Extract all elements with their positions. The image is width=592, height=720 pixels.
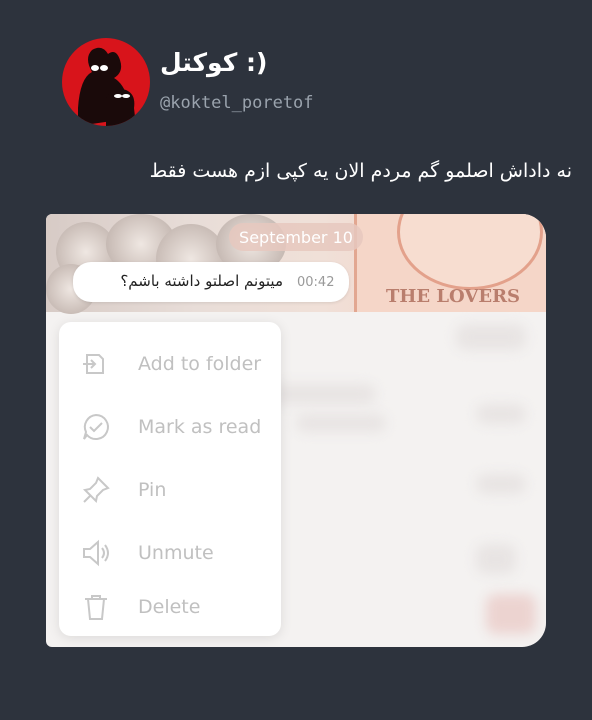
attached-screenshot[interactable]: THE LOVERS September 10 00:42 میتونم اصل… [46, 214, 546, 647]
avatar[interactable] [62, 38, 150, 126]
menu-label: Add to folder [138, 353, 262, 375]
post-text: نه داداش اصلمو گم مردم الان یه کپی ازم ه… [149, 160, 572, 182]
blurred-list-item [486, 594, 536, 634]
blurred-list-item [476, 474, 526, 494]
menu-item-delete[interactable]: Delete [59, 582, 281, 632]
pin-icon [82, 476, 110, 504]
menu-label: Pin [138, 479, 167, 501]
menu-item-add-to-folder[interactable]: Add to folder [59, 339, 281, 389]
chat-check-icon [83, 413, 109, 440]
message-text: میتونم اصلتو داشته باشم؟ [120, 272, 283, 290]
menu-label: Unmute [138, 542, 214, 564]
trash-icon [85, 595, 107, 620]
menu-item-unmute[interactable]: Unmute [59, 528, 281, 578]
blurred-list-item [476, 404, 526, 424]
context-menu: Add to folder Mark as read Pin Unmute De… [59, 322, 281, 636]
message-bubble[interactable]: 00:42 میتونم اصلتو داشته باشم؟ [73, 262, 349, 302]
menu-item-pin[interactable]: Pin [59, 465, 281, 515]
blurred-list-item [456, 324, 526, 350]
speaker-icon [83, 539, 109, 567]
user-handle[interactable]: @koktel_poretof [160, 93, 314, 113]
folder-add-icon [83, 354, 104, 374]
blurred-list-item [296, 414, 386, 432]
blurred-list-item [266, 384, 376, 404]
message-time: 00:42 [297, 275, 335, 290]
menu-label: Mark as read [138, 416, 262, 438]
menu-label: Delete [138, 596, 201, 618]
blurred-list-item [476, 544, 516, 574]
menu-item-mark-as-read[interactable]: Mark as read [59, 402, 281, 452]
date-chip: September 10 [229, 223, 363, 251]
display-name[interactable]: کوکتل :) [160, 48, 267, 77]
cartoon-avatar-icon [78, 47, 136, 126]
wallpaper-label: THE LOVERS [386, 286, 521, 307]
